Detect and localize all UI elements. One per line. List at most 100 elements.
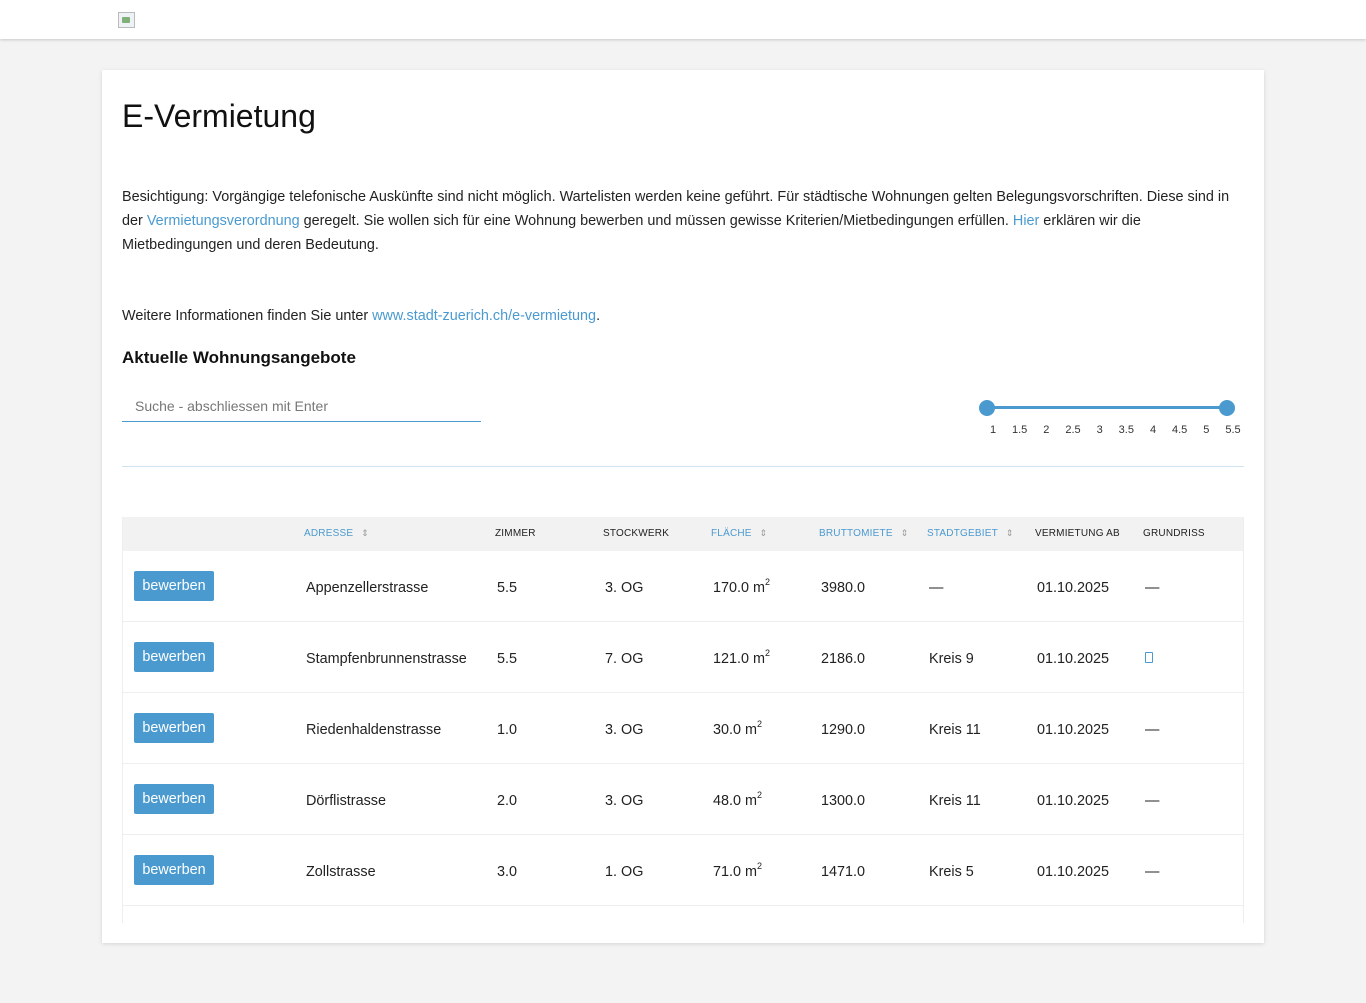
- cell-grundriss: —: [1145, 793, 1160, 809]
- cell-vermietung-ab: 01.10.2025: [1037, 722, 1110, 738]
- sort-icon: ⇕: [361, 528, 369, 538]
- slider-tick-label: 5: [1203, 424, 1210, 436]
- cell-grundriss: —: [1145, 864, 1160, 880]
- cell-flaeche: 170.0 m2: [713, 577, 771, 596]
- area-exponent: 2: [765, 648, 771, 658]
- area-unit: m: [745, 722, 758, 738]
- intro-paragraph: Besichtigung: Vorgängige telefonische Au…: [122, 185, 1247, 257]
- slider-tick-label: 2: [1043, 424, 1050, 436]
- slider-handle-min[interactable]: [979, 400, 995, 416]
- slider-handle-max[interactable]: [1219, 400, 1235, 416]
- slider-tick-label: 3.5: [1118, 424, 1134, 436]
- cell-bruttomiete: 1471.0: [821, 864, 866, 880]
- cell-stadtgebiet: Kreis 11: [929, 793, 981, 809]
- hier-link[interactable]: Hier: [1013, 213, 1039, 229]
- vermietungsverordnung-link[interactable]: Vermietungsverordnung: [147, 213, 300, 229]
- slider-track: [987, 406, 1227, 409]
- area-unit: m: [753, 651, 766, 667]
- header-adresse[interactable]: ADRESSE ⇕: [304, 528, 369, 539]
- cell-adresse: Dörflistrasse: [306, 793, 386, 809]
- top-bar: [0, 0, 1366, 39]
- header-adresse-label: ADRESSE: [304, 528, 354, 539]
- area-unit: m: [745, 864, 758, 880]
- bewerben-button[interactable]: bewerben: [134, 784, 214, 814]
- cell-stadtgebiet: —: [929, 580, 944, 596]
- main-card: E-Vermietung Besichtigung: Vorgängige te…: [102, 70, 1264, 943]
- cell-vermietung-ab: 01.10.2025: [1037, 864, 1110, 880]
- cell-zimmer: 2.0: [497, 793, 518, 809]
- cell-flaeche: 121.0 m2: [713, 648, 771, 667]
- more-info-paragraph: Weitere Informationen finden Sie unter w…: [122, 304, 600, 328]
- more-info-text: Weitere Informationen finden Sie unter: [122, 308, 373, 324]
- table-row: bewerben Appenzellerstrasse 5.5 3. OG 170.0 …: [123, 551, 1243, 622]
- cell-vermietung-ab: 01.10.2025: [1037, 651, 1110, 667]
- table-row: bewerben Zollstrasse 3.0 1. OG 71.0 m2 1471.0…: [123, 835, 1243, 906]
- cell-stadtgebiet: Kreis 5: [929, 864, 974, 880]
- cell-zimmer: 1.0: [497, 722, 518, 738]
- e-vermietung-link[interactable]: www.stadt-zuerich.ch/e-vermietung: [372, 308, 596, 324]
- divider: [122, 466, 1244, 467]
- header-stockwerk: STOCKWERK: [603, 528, 670, 539]
- area-value: 121.0: [713, 651, 750, 667]
- area-exponent: 2: [757, 719, 763, 729]
- intro-text-2: geregelt. Sie wollen sich für eine Wohnu…: [299, 213, 1013, 229]
- floor-plan-icon[interactable]: [1145, 652, 1153, 663]
- bewerben-button[interactable]: bewerben: [134, 642, 214, 672]
- slider-tick-label: 1: [989, 424, 997, 436]
- area-value: 170.0: [713, 580, 750, 596]
- slider-tick-label: 5.5: [1225, 424, 1241, 436]
- cell-stockwerk: 3. OG: [605, 580, 644, 596]
- header-bruttomiete[interactable]: BRUTTOMIETE ⇕: [819, 528, 908, 539]
- area-exponent: 2: [765, 577, 771, 587]
- cell-adresse: Zollstrasse: [306, 864, 376, 880]
- header-bruttomiete-label: BRUTTOMIETE: [819, 528, 893, 539]
- cell-zimmer: 5.5: [497, 651, 518, 667]
- table-row: bewerben Stampfenbrunnenstrasse 5.5 7. OG 12…: [123, 622, 1243, 693]
- area-value: 48.0: [713, 793, 742, 809]
- sort-icon: ⇕: [759, 528, 768, 538]
- cell-stadtgebiet: Kreis 9: [929, 651, 974, 667]
- cell-zimmer: 5.5: [497, 580, 518, 596]
- logo-image[interactable]: [118, 12, 135, 28]
- header-flaeche[interactable]: FLÄCHE ⇕: [711, 528, 767, 539]
- cell-flaeche: 30.0 m2: [713, 719, 763, 738]
- area-exponent: 2: [757, 861, 763, 871]
- cell-stockwerk: 7. OG: [605, 651, 644, 667]
- header-flaeche-label: FLÄCHE: [711, 528, 752, 539]
- bewerben-button[interactable]: bewerben: [134, 855, 214, 885]
- bewerben-button[interactable]: bewerben: [134, 571, 214, 601]
- area-unit: m: [745, 793, 758, 809]
- table-header: ADRESSE ⇕ ZIMMER STOCKWERK FLÄCHE ⇕ BRUTTO…: [123, 517, 1243, 551]
- sort-icon: ⇕: [1005, 528, 1014, 538]
- cell-vermietung-ab: 01.10.2025: [1037, 793, 1110, 809]
- slider-tick-label: 4: [1149, 424, 1157, 436]
- cell-adresse: Appenzellerstrasse: [306, 580, 429, 596]
- cell-grundriss: —: [1145, 722, 1160, 738]
- cell-flaeche: 48.0 m2: [713, 790, 763, 809]
- listings-table: ADRESSE ⇕ ZIMMER STOCKWERK FLÄCHE ⇕ BRUTTO…: [122, 517, 1244, 923]
- search-input[interactable]: [122, 390, 481, 422]
- cell-adresse: Stampfenbrunnenstrasse: [306, 651, 467, 667]
- header-stadtgebiet[interactable]: STADTGEBIET ⇕: [927, 528, 1014, 539]
- cell-bruttomiete: 2186.0: [821, 651, 866, 667]
- header-grundriss: GRUNDRISS: [1143, 528, 1205, 539]
- header-zimmer: ZIMMER: [495, 528, 536, 539]
- cell-grundriss[interactable]: [1145, 651, 1153, 667]
- cell-stockwerk: 3. OG: [605, 722, 644, 738]
- slider-tick-label: 2.5: [1065, 424, 1081, 436]
- rooms-range-slider[interactable]: 1 1.5 2 2.5 3 3.5 4 4.5 5 5.5: [972, 396, 1242, 442]
- table-row: bewerben Dörflistrasse 2.0 3. OG 48.0 m2 1300…: [123, 764, 1243, 835]
- cell-grundriss: —: [1145, 580, 1160, 596]
- table-body: bewerben Appenzellerstrasse 5.5 3. OG 170.0 …: [123, 551, 1243, 906]
- cell-bruttomiete: 1290.0: [821, 722, 866, 738]
- cell-adresse: Riedenhaldenstrasse: [306, 722, 442, 738]
- sort-icon: ⇕: [900, 528, 909, 538]
- cell-vermietung-ab: 01.10.2025: [1037, 580, 1110, 596]
- bewerben-button[interactable]: bewerben: [134, 713, 214, 743]
- cell-stockwerk: 3. OG: [605, 793, 644, 809]
- cell-stadtgebiet: Kreis 11: [929, 722, 981, 738]
- header-stadtgebiet-label: STADTGEBIET: [927, 528, 998, 539]
- slider-tick-label: 4.5: [1172, 424, 1188, 436]
- cell-bruttomiete: 1300.0: [821, 793, 866, 809]
- area-exponent: 2: [757, 790, 763, 800]
